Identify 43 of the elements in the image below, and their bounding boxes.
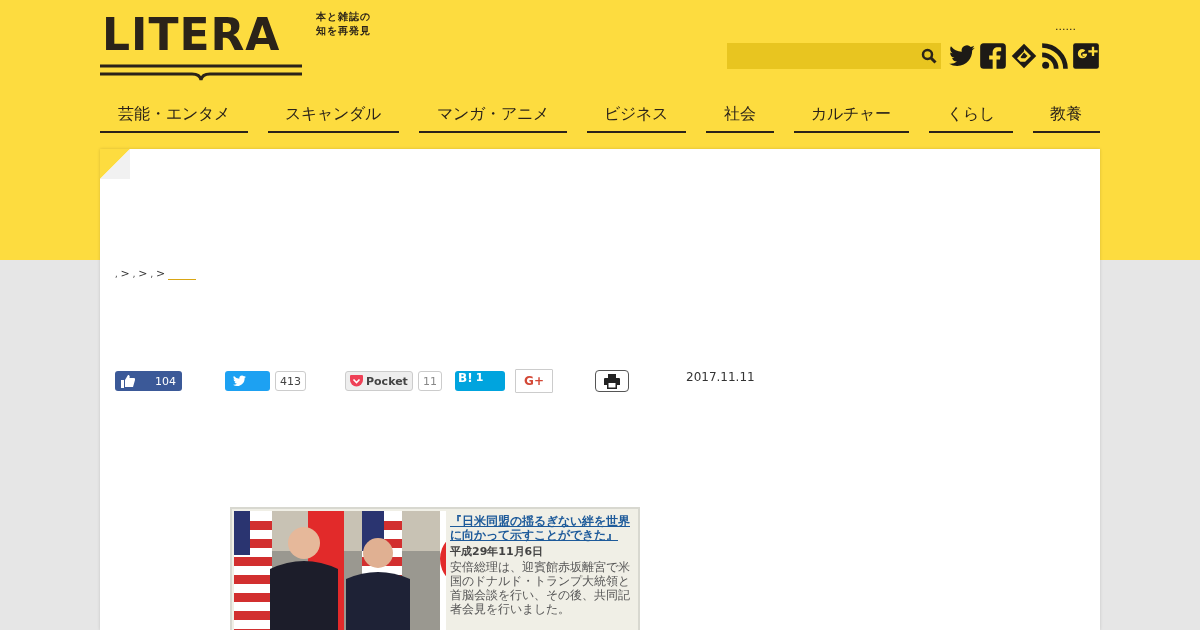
thumbs-up-icon	[121, 374, 135, 388]
breadcrumb-separator: ,	[150, 270, 154, 279]
twitter-bird-icon	[232, 374, 247, 388]
pocket-icon	[350, 375, 363, 387]
nav-tab[interactable]: 社会	[706, 97, 774, 133]
figure-date: 平成29年11月6日	[450, 545, 545, 559]
tagline: 本と雑誌の	[316, 10, 371, 24]
tweet-count: 413	[275, 371, 306, 391]
figure-headline: 『日米同盟の揺るぎない絆を世界に向かって示すことができた』	[450, 514, 631, 542]
site-logo[interactable]: LITERA	[100, 8, 283, 62]
nav-tab[interactable]: 芸能・エンタメ	[100, 97, 248, 133]
google-plus-icon[interactable]	[1072, 42, 1100, 70]
tweet-button[interactable]	[225, 371, 270, 391]
search-icon	[921, 48, 937, 64]
nav-tab[interactable]: 教養	[1032, 97, 1100, 133]
post-date: 2017.11.11	[686, 370, 755, 384]
breadcrumb-separator: >	[156, 267, 166, 280]
nav-tab[interactable]: カルチャー	[793, 97, 909, 133]
rss-icon[interactable]	[1041, 42, 1069, 70]
facebook-icon[interactable]	[979, 42, 1007, 70]
nav-tab[interactable]: ビジネス	[586, 97, 686, 133]
feedly-icon[interactable]	[1010, 42, 1038, 70]
like-count: 104	[155, 374, 176, 388]
pocket-button[interactable]: Pocket	[345, 371, 413, 391]
header-link[interactable]: ......	[1055, 20, 1076, 36]
hatena-logo: B!	[458, 371, 473, 385]
bookmark-count: 1	[475, 371, 484, 385]
like-button[interactable]: 104	[115, 371, 182, 391]
pocket-count: 11	[417, 371, 442, 391]
breadcrumb-separator: >	[138, 267, 148, 280]
tagline: 知を再発見	[316, 24, 371, 38]
nav-tab[interactable]: マンガ・アニメ	[419, 97, 567, 133]
breadcrumb-separator: ,	[115, 270, 118, 279]
folded-corner-icon	[100, 149, 130, 179]
print-button[interactable]	[595, 370, 629, 392]
search-field[interactable]	[727, 43, 941, 69]
figure-caption: 安倍総理は、迎賓館赤坂離宮で米国のドナルド・トランプ大統領と首脳会談を行い、その後、共同記者会見を行いました。	[450, 560, 631, 616]
nav-tab[interactable]: くらし	[929, 97, 1013, 133]
google-plus-button[interactable]: G+	[515, 369, 553, 393]
breadcrumb-separator: >	[120, 267, 130, 280]
nav-tab[interactable]: スキャンダル	[267, 97, 399, 133]
printer-icon	[604, 373, 620, 389]
breadcrumb-separator: ,	[132, 270, 136, 279]
